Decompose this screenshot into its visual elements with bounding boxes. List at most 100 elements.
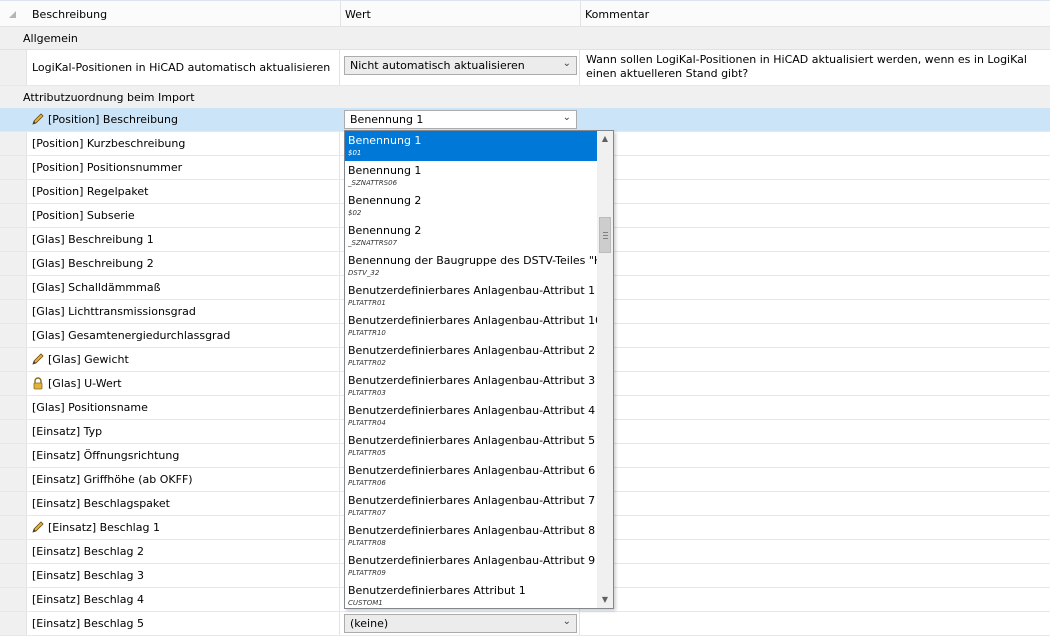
property-name-cell: [Einsatz] Beschlag 2 [27,540,340,563]
combobox-value: (keine) [350,617,389,630]
chevron-down-icon[interactable]: ⌄ [563,112,571,123]
option-code: PLTATTR07 [348,509,386,517]
option-title: Benennung 2 [348,224,422,237]
property-name-cell: [Einsatz] Griffhöhe (ab OKFF) [27,468,340,491]
property-name-cell: [Einsatz] Beschlag 3 [27,564,340,587]
property-name-cell: [Glas] Beschreibung 1 [27,228,340,251]
row-gutter [0,276,27,299]
option-code: DSTV_32 [348,269,380,277]
property-name-cell: [Glas] Positionsname [27,396,340,419]
property-label: [Einsatz] Beschlagspaket [32,497,170,510]
dropdown-option[interactable]: Benutzerdefinierbares Anlagenbau-Attribu… [345,401,597,431]
property-name-cell: [Position] Kurzbeschreibung [27,132,340,155]
dropdown-option[interactable]: Benennung der Baugruppe des DSTV-Teiles … [345,251,607,281]
row-gutter [0,516,27,539]
property-name-cell: [Glas] Lichttransmissionsgrad [27,300,340,323]
property-row-auto-update[interactable]: LogiKal-Positionen in HiCAD automatisch … [0,50,1050,86]
column-header-kommentar[interactable]: Kommentar [580,0,1050,27]
property-row[interactable]: [Position] Beschreibung Benennung 1 ⌄ [0,108,1050,132]
dropdown-option[interactable]: Benutzerdefinierbares Anlagenbau-Attribu… [345,491,597,521]
property-name-cell: [Einsatz] Typ [27,420,340,443]
combobox-value: Nicht automatisch aktualisieren [350,59,525,72]
property-label: [Position] Regelpaket [32,185,149,198]
property-name-cell: [Einsatz] Beschlag 1 [27,516,340,539]
property-label: [Glas] Schalldämmmaß [32,281,161,294]
chevron-down-icon[interactable]: ⌄ [563,616,571,627]
dropdown-option[interactable]: Benutzerdefinierbares Anlagenbau-Attribu… [345,551,597,581]
option-code: PLTATTR01 [348,299,386,307]
property-name-cell: [Glas] Gesamtenergiedurchlassgrad [27,324,340,347]
property-label: [Glas] U-Wert [48,377,122,390]
option-code: $02 [348,209,362,217]
property-comment: Wann sollen LogiKal-Positionen in HiCAD … [586,53,1027,80]
property-name-cell: [Glas] Beschreibung 2 [27,252,340,275]
column-header-wert[interactable]: Wert [340,0,580,27]
row-gutter [0,396,27,419]
property-name-cell: [Einsatz] Öffnungsrichtung [27,444,340,467]
chevron-down-icon[interactable]: ⌄ [563,58,571,69]
property-label: [Glas] Positionsname [32,401,148,414]
property-label: [Position] Kurzbeschreibung [32,137,186,150]
property-label: [Einsatz] Griffhöhe (ab OKFF) [32,473,193,486]
option-title: Benennung 2 [348,194,422,207]
property-label: [Position] Positionsnummer [32,161,183,174]
attribute-value-combobox[interactable]: Benennung 1 ⌄ [344,110,577,129]
select-all-corner[interactable] [9,11,16,18]
group-header-attributzuordnung[interactable]: Attributzuordnung beim Import [0,86,1050,109]
dropdown-option[interactable]: Benennung 1 $01 [345,131,597,161]
attribute-value-combobox[interactable]: (keine) ⌄ [344,614,577,633]
property-label: [Einsatz] Beschlag 2 [32,545,144,558]
property-name-cell: [Position] Regelpaket [27,180,340,203]
dropdown-option[interactable]: Benennung 2 $02 [345,191,597,221]
dropdown-option[interactable]: Benennung 2 _SZNATTRS07 [345,221,597,251]
option-title: Benutzerdefinierbares Anlagenbau-Attribu… [348,284,596,297]
dropdown-option[interactable]: Benutzerdefinierbares Anlagenbau-Attribu… [345,461,597,491]
dropdown-option[interactable]: Benutzerdefinierbares Anlagenbau-Attribu… [345,311,602,341]
combobox-value: Benennung 1 [350,113,424,126]
dropdown-option[interactable]: Benutzerdefinierbares Anlagenbau-Attribu… [345,281,597,311]
property-label: [Glas] Beschreibung 2 [32,257,154,270]
auto-update-combobox[interactable]: Nicht automatisch aktualisieren ⌄ [344,56,577,75]
property-label: [Einsatz] Öffnungsrichtung [32,449,180,462]
option-code: _SZNATTRS06 [348,179,398,187]
dropdown-option[interactable]: Benutzerdefinierbares Anlagenbau-Attribu… [345,371,597,401]
option-code: PLTATTR08 [348,539,386,547]
lock-icon [31,376,45,390]
value-dropdown-list[interactable]: Benennung 1 $01 Benennung 1 _SZNATTRS06 Bene… [344,130,614,609]
dropdown-option[interactable]: Benennung 1 _SZNATTRS06 [345,161,597,191]
option-title: Benutzerdefinierbares Attribut 1 [348,584,526,597]
scroll-up-arrow-icon[interactable]: ▲ [597,131,613,147]
property-name-cell: [Position] Subserie [27,204,340,227]
property-value-cell[interactable]: Benennung 1 ⌄ [340,108,580,131]
dropdown-option[interactable]: Benutzerdefinierbares Anlagenbau-Attribu… [345,341,597,371]
dropdown-option[interactable]: Benutzerdefinierbares Attribut 1 CUSTOM1 [345,581,597,608]
row-gutter [0,612,27,635]
option-code: PLTATTR02 [348,359,386,367]
dropdown-option[interactable]: Benutzerdefinierbares Anlagenbau-Attribu… [345,431,597,461]
row-gutter [0,348,27,371]
scroll-down-arrow-icon[interactable]: ▼ [597,592,613,608]
dropdown-option[interactable]: Benutzerdefinierbares Anlagenbau-Attribu… [345,521,597,551]
option-code: PLTATTR03 [348,389,386,397]
property-row[interactable]: [Einsatz] Beschlag 5 (keine) ⌄ [0,612,1050,636]
option-title: Benutzerdefinierbares Anlagenbau-Attribu… [348,494,596,507]
dropdown-scrollbar[interactable]: ▲ ▼ [597,131,613,608]
option-code: PLTATTR05 [348,449,386,457]
property-label: [Position] Beschreibung [48,113,178,126]
row-gutter [0,108,27,131]
row-gutter [0,132,27,155]
property-value-cell[interactable]: Nicht automatisch aktualisieren ⌄ [340,50,580,85]
property-name-cell: [Glas] U-Wert [27,372,340,395]
scrollbar-thumb[interactable] [599,217,611,253]
group-header-allgemein[interactable]: Allgemein [0,27,1050,50]
property-label: [Einsatz] Beschlag 5 [32,617,144,630]
property-value-cell[interactable]: (keine) ⌄ [340,612,580,635]
row-gutter [0,50,27,85]
pencil-icon [31,352,45,366]
option-title: Benutzerdefinierbares Anlagenbau-Attribu… [348,374,596,387]
row-gutter [0,252,27,275]
option-code: PLTATTR04 [348,419,386,427]
row-gutter [0,588,27,611]
column-header-beschreibung[interactable]: Beschreibung [27,0,340,27]
property-label: [Einsatz] Beschlag 3 [32,569,144,582]
